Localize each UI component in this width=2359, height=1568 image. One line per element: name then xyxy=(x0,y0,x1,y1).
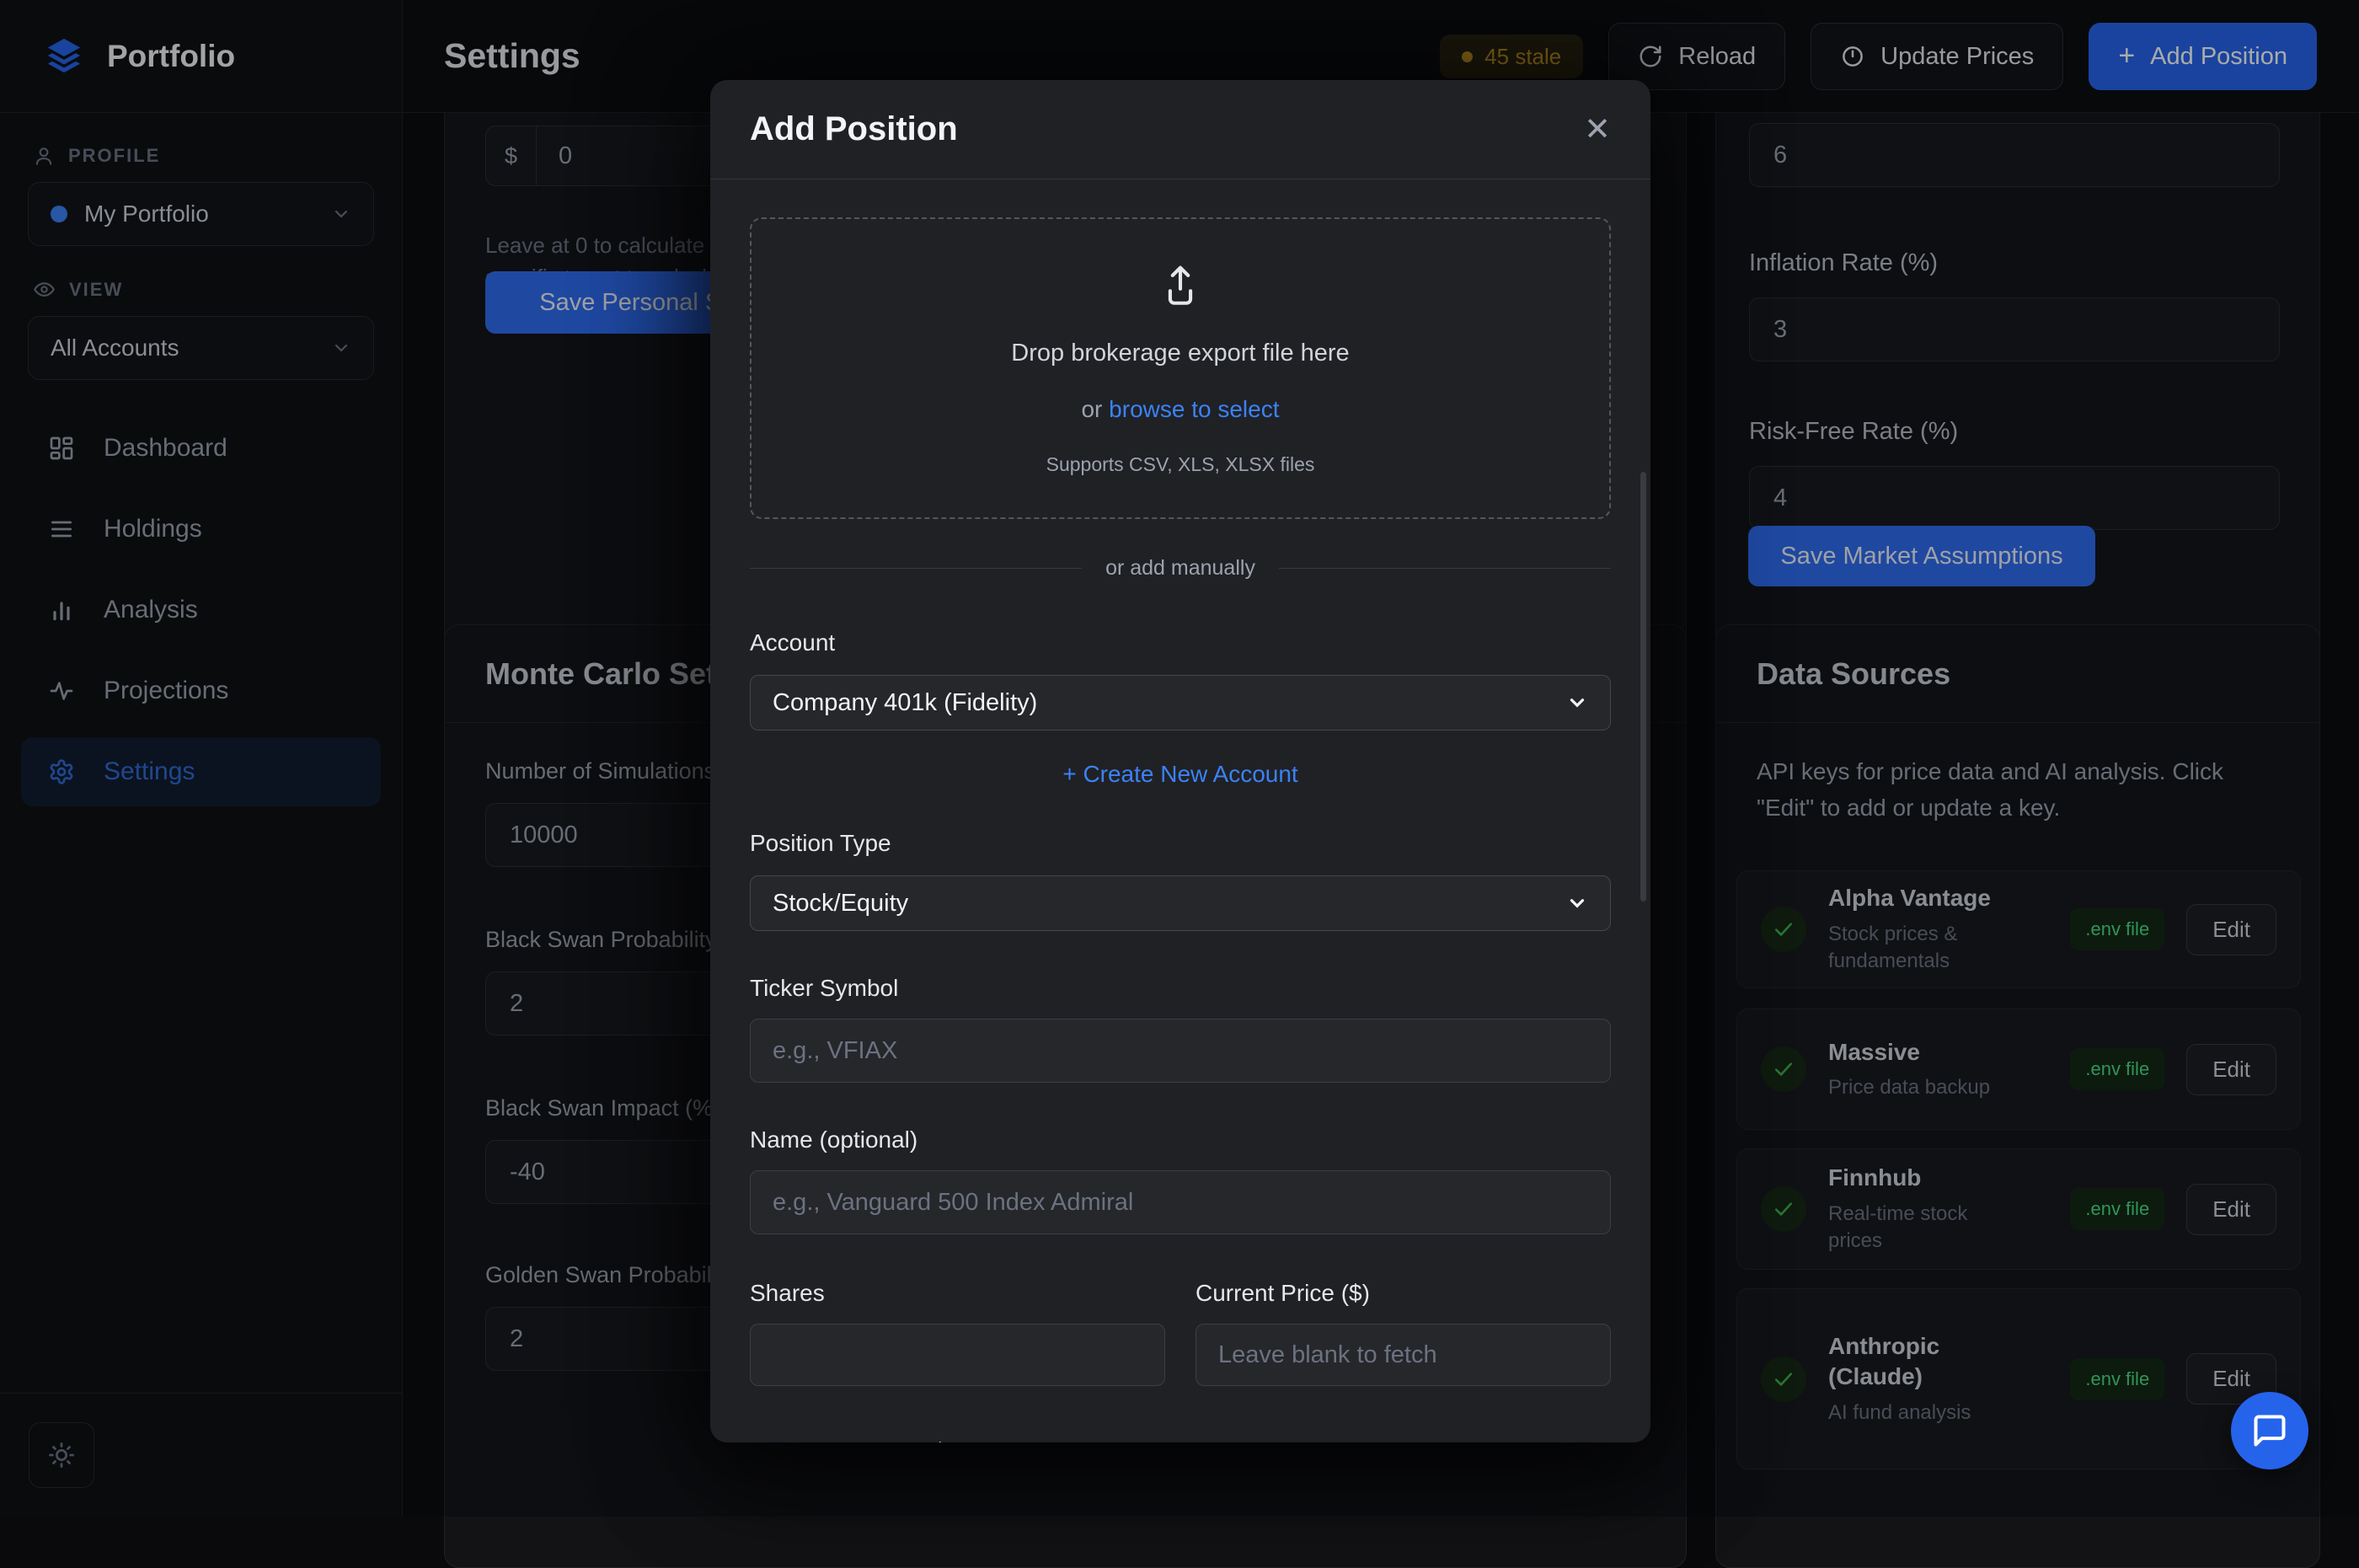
ticker-input[interactable] xyxy=(750,1019,1611,1083)
close-icon[interactable]: ✕ xyxy=(1584,114,1611,146)
chevron-down-icon xyxy=(1566,692,1588,714)
dropzone-text: Drop brokerage export file here xyxy=(1011,340,1349,367)
manual-divider: or add manually xyxy=(750,556,1611,581)
position-type-select[interactable]: Stock/Equity xyxy=(750,875,1611,931)
name-label: Name (optional) xyxy=(750,1126,1611,1153)
chat-button[interactable] xyxy=(2231,1392,2308,1469)
position-type-label: Position Type xyxy=(750,830,1611,857)
upload-icon xyxy=(1156,260,1205,309)
ticker-label: Ticker Symbol xyxy=(750,975,1611,1002)
chat-bubble-icon xyxy=(2251,1412,2288,1449)
account-select[interactable]: Company 401k (Fidelity) xyxy=(750,675,1611,730)
current-price-label: Current Price ($) xyxy=(1196,1280,1611,1307)
current-price-input[interactable] xyxy=(1196,1324,1611,1386)
name-input[interactable] xyxy=(750,1170,1611,1234)
cost-basis-label: Total Cost Basis ($, optional) xyxy=(750,1438,1611,1442)
dropzone-or-line: or browse to select xyxy=(1081,396,1279,423)
create-new-account-link[interactable]: + Create New Account xyxy=(750,761,1611,788)
shares-label: Shares xyxy=(750,1280,1165,1307)
add-position-modal: Add Position ✕ Drop brokerage export fil… xyxy=(710,80,1650,1442)
account-label: Account xyxy=(750,629,1611,656)
modal-scrollbar[interactable] xyxy=(1640,472,1646,902)
file-dropzone[interactable]: Drop brokerage export file here or brows… xyxy=(750,217,1611,519)
modal-title: Add Position xyxy=(750,110,1584,148)
browse-link[interactable]: browse to select xyxy=(1109,396,1279,422)
chevron-down-icon xyxy=(1566,892,1588,914)
shares-input[interactable] xyxy=(750,1324,1165,1386)
dropzone-supported-formats: Supports CSV, XLS, XLSX files xyxy=(1046,453,1315,476)
